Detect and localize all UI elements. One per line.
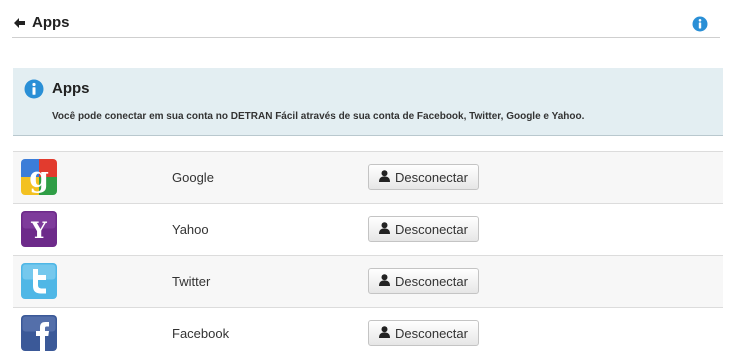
disconnect-button-label: Desconectar bbox=[395, 325, 468, 341]
disconnect-button-label: Desconectar bbox=[395, 169, 468, 185]
info-icon bbox=[24, 79, 44, 99]
facebook-logo-icon bbox=[21, 315, 57, 351]
disconnect-google-button[interactable]: Desconectar bbox=[368, 164, 479, 190]
yahoo-logo-icon: Y bbox=[21, 211, 57, 247]
twitter-logo-icon bbox=[21, 263, 57, 299]
disconnect-yahoo-button[interactable]: Desconectar bbox=[368, 216, 479, 242]
svg-text:Y: Y bbox=[30, 218, 47, 244]
info-icon[interactable] bbox=[692, 16, 708, 32]
back-link[interactable]: Apps bbox=[14, 14, 70, 31]
app-name: Twitter bbox=[172, 274, 211, 289]
page-header: Apps bbox=[12, 6, 720, 38]
info-panel-text: Você pode conectar em sua conta no DETRA… bbox=[52, 111, 585, 122]
apps-page: Apps Apps Você pode conectar em sua cont… bbox=[0, 0, 730, 360]
disconnect-button-label: Desconectar bbox=[395, 221, 468, 237]
svg-text:g: g bbox=[29, 161, 49, 194]
app-list: g Google Desconectar Y Yahoo Desconectar… bbox=[13, 151, 723, 359]
user-icon bbox=[379, 325, 390, 341]
app-row-yahoo: Y Yahoo Desconectar bbox=[13, 203, 723, 255]
disconnect-button-label: Desconectar bbox=[395, 273, 468, 289]
app-row-facebook: Facebook Desconectar bbox=[13, 307, 723, 359]
disconnect-facebook-button[interactable]: Desconectar bbox=[368, 320, 479, 346]
user-icon bbox=[379, 221, 390, 237]
disconnect-twitter-button[interactable]: Desconectar bbox=[368, 268, 479, 294]
user-icon bbox=[379, 273, 390, 289]
app-row-twitter: Twitter Desconectar bbox=[13, 255, 723, 307]
user-icon bbox=[379, 169, 390, 185]
page-title: Apps bbox=[32, 14, 70, 31]
app-name: Google bbox=[172, 170, 214, 185]
info-panel-title: Apps bbox=[52, 80, 90, 97]
arrow-left-icon[interactable] bbox=[14, 17, 25, 28]
app-name: Yahoo bbox=[172, 222, 209, 237]
app-name: Facebook bbox=[172, 326, 230, 341]
google-logo-icon: g bbox=[21, 159, 57, 195]
info-panel: Apps Você pode conectar em sua conta no … bbox=[13, 68, 723, 136]
app-row-google: g Google Desconectar bbox=[13, 151, 723, 203]
